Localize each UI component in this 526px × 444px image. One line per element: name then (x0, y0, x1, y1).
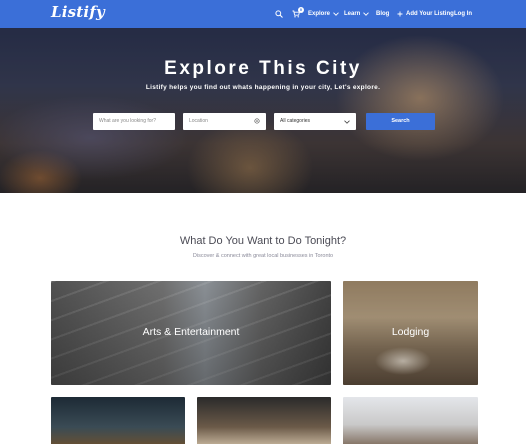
keyword-placeholder: What are you looking for? (99, 118, 156, 124)
add-listing-label: Add Your Listing (406, 11, 454, 17)
hero-subtitle: Listify helps you find out whats happeni… (145, 84, 381, 91)
search-button[interactable]: Search (366, 113, 435, 130)
chevron-down-icon (363, 12, 370, 16)
hero-section: Explore This City Listify helps you find… (0, 28, 526, 193)
chevron-down-icon (344, 120, 350, 124)
section-subtitle: Discover & connect with great local busi… (192, 253, 334, 259)
cart-icon: 0 (292, 7, 304, 18)
add-listing-link[interactable]: Add Your Listing (397, 0, 454, 28)
hero-title: Explore This City (164, 58, 362, 79)
category-select[interactable]: All categories (274, 113, 356, 130)
cart-button[interactable]: 0 (292, 0, 304, 28)
category-card-arts-entertainment[interactable]: Arts & Entertainment (51, 281, 331, 385)
locate-icon[interactable] (254, 118, 260, 124)
chevron-down-icon (333, 12, 339, 16)
category-card[interactable] (197, 397, 331, 444)
category-card-label: Arts & Entertainment (142, 326, 240, 338)
category-card[interactable] (343, 397, 478, 444)
keyword-search-input[interactable]: What are you looking for? (93, 113, 175, 130)
category-card-lodging[interactable]: Lodging (343, 281, 478, 385)
login-label: Log In (454, 11, 472, 17)
category-value: All categories (280, 118, 311, 124)
nav-learn[interactable]: Learn (344, 0, 370, 28)
plus-icon (397, 11, 403, 17)
login-link[interactable]: Log In (454, 0, 472, 28)
category-card[interactable] (51, 397, 185, 444)
site-header: Listify 0 Explore Learn Blog Add Your Li… (0, 0, 526, 28)
nav-explore[interactable]: Explore (308, 0, 339, 28)
logo[interactable]: Listify (51, 3, 105, 21)
cart-count-badge: 0 (298, 7, 304, 13)
category-card-label: Lodging (391, 326, 430, 338)
section-title: What Do You Want to Do Tonight? (179, 235, 347, 247)
search-icon[interactable] (275, 0, 283, 28)
location-placeholder: Location (189, 118, 208, 124)
nav-blog-label: Blog (376, 11, 390, 17)
nav-explore-label: Explore (308, 11, 331, 17)
location-input[interactable]: Location (183, 113, 266, 130)
hero-background-image (0, 28, 526, 193)
nav-learn-label: Learn (344, 11, 361, 17)
nav-blog[interactable]: Blog (376, 0, 389, 28)
